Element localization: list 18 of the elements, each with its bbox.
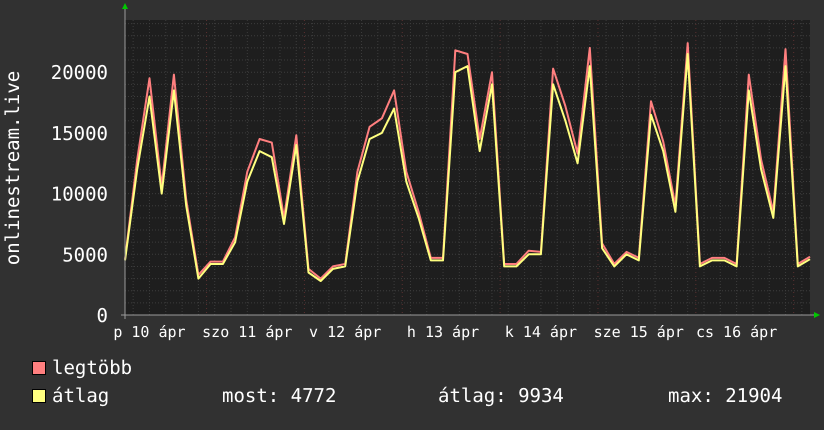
stat-value: max: 21904 xyxy=(668,385,782,407)
axis-tick-label: 15000 xyxy=(50,122,108,145)
axis-tick-label: sze 15 ápr xyxy=(594,323,684,341)
axis-tick-label: 5000 xyxy=(62,244,108,266)
axis-tick-label: 20000 xyxy=(50,62,108,84)
axis-tick-label: h 13 ápr xyxy=(406,323,480,341)
legend-label: átlag xyxy=(52,385,110,407)
axis-tick-label: 0 xyxy=(96,305,108,327)
axis-tick-label: 10000 xyxy=(50,184,108,206)
legend-label: legtöbb xyxy=(52,357,134,379)
axis-tick-label: szo 11 ápr xyxy=(202,323,292,341)
stat-value: átlag: 9934 xyxy=(438,385,565,407)
axis-tick-label: k 14 ápr xyxy=(504,323,578,341)
axis-tick-label: cs 16 ápr xyxy=(696,323,778,341)
axis-tick-label: p 10 ápr xyxy=(113,323,186,341)
axis-tick-label: v 12 ápr xyxy=(309,323,382,341)
axis-title: onlinestream.live xyxy=(2,70,24,266)
stat-value: most: 4772 xyxy=(222,385,338,407)
